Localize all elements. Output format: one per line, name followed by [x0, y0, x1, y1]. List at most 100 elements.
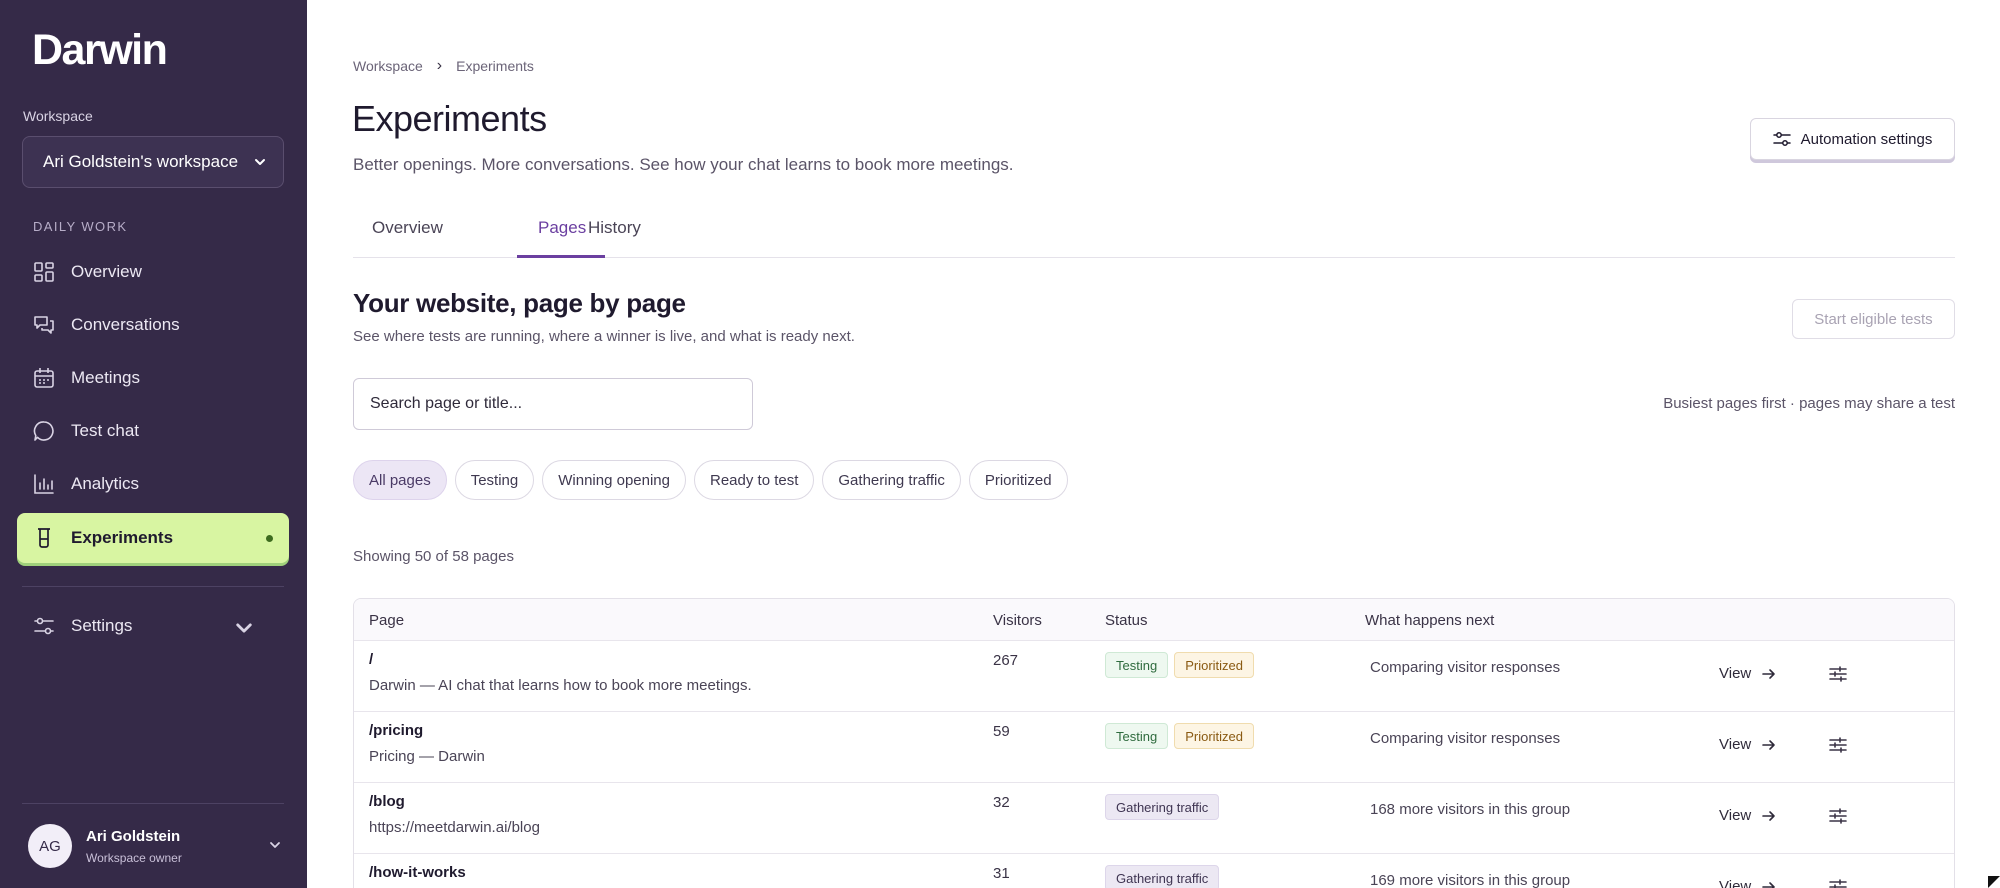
chevron-down-icon: [236, 623, 252, 633]
table-row: / Darwin — AI chat that learns how to bo…: [354, 641, 1954, 712]
sidebar-item-label: Overview: [71, 262, 142, 281]
chevron-down-icon: [255, 159, 265, 165]
breadcrumb: Workspace › Experiments: [353, 57, 534, 75]
tab-history[interactable]: History: [588, 218, 641, 238]
tab-bar: Overview Pages History: [353, 206, 1955, 258]
status-badges: Gathering traffic: [1105, 865, 1220, 888]
tune-icon[interactable]: [1829, 736, 1847, 754]
page-title: Experiments: [352, 98, 547, 139]
user-role: Workspace owner: [86, 850, 182, 865]
start-eligible-tests-button[interactable]: Start eligible tests: [1792, 299, 1955, 339]
mouse-cursor-icon: [1988, 876, 2000, 888]
status-badge: Gathering traffic: [1105, 865, 1220, 888]
status-badges: Gathering traffic: [1105, 794, 1220, 820]
column-header-next: What happens next: [1365, 612, 1495, 629]
status-badges: Testing Prioritized: [1105, 652, 1254, 678]
sidebar-item-label: Meetings: [71, 368, 140, 387]
sidebar-item-label: Experiments: [71, 528, 174, 547]
table-row: /pricing Pricing — Darwin 59 Testing Pri…: [354, 712, 1954, 783]
table-row: /how-it-works 31 Gathering traffic 169 m…: [354, 854, 1954, 888]
filter-gathering-traffic[interactable]: Gathering traffic: [822, 460, 961, 500]
sidebar-item-label: Settings: [71, 616, 133, 635]
table-row: /blog https://meetdarwin.ai/blog 32 Gath…: [354, 783, 1954, 854]
sidebar-divider: [22, 586, 284, 587]
beaker-icon: [38, 528, 50, 548]
filter-all-pages[interactable]: All pages: [353, 460, 447, 500]
sidebar-item-conversations[interactable]: Conversations: [17, 300, 289, 350]
view-link[interactable]: View: [1719, 807, 1777, 824]
chevron-down-icon: [270, 842, 280, 848]
tab-pages[interactable]: Pages: [538, 218, 586, 238]
breadcrumb-workspace[interactable]: Workspace: [353, 58, 423, 74]
tune-icon[interactable]: [1829, 665, 1847, 683]
sidebar-item-meetings[interactable]: Meetings: [17, 353, 289, 403]
breadcrumb-experiments: Experiments: [456, 58, 534, 74]
sliders-icon: [34, 617, 54, 635]
view-link[interactable]: View: [1719, 878, 1777, 888]
page-subtitle: Better openings. More conversations. See…: [353, 155, 1014, 174]
filter-ready-to-test[interactable]: Ready to test: [694, 460, 815, 500]
tab-overview[interactable]: Overview: [372, 218, 443, 238]
status-badge: Testing: [1105, 652, 1169, 678]
daily-work-label: DAILY WORK: [33, 219, 128, 234]
arrow-right-icon: [1762, 881, 1776, 888]
workspace-select[interactable]: Ari Goldstein's workspace: [22, 136, 284, 188]
user-name: Ari Goldstein: [86, 827, 181, 845]
status-badge: Gathering traffic: [1105, 794, 1220, 820]
page-title-text: Pricing — Darwin: [369, 748, 485, 765]
section-title: Your website, page by page: [353, 288, 686, 318]
filter-chips: All pages Testing Winning opening Ready …: [353, 460, 1068, 500]
chat-bubbles-icon: [34, 316, 54, 334]
page-path: /how-it-works: [369, 864, 466, 881]
view-label: View: [1719, 736, 1752, 753]
page-path: /: [369, 651, 374, 668]
next-step: Comparing visitor responses: [1370, 730, 1561, 747]
arrow-right-icon: [1762, 668, 1776, 679]
table-header: Page Visitors Status What happens next: [354, 599, 1954, 641]
main-content: Workspace › Experiments Experiments Bett…: [307, 0, 2000, 888]
automation-settings-button[interactable]: Automation settings: [1750, 118, 1955, 160]
sidebar-item-label: Analytics: [71, 474, 140, 493]
tune-icon[interactable]: [1829, 878, 1847, 888]
page-path: /blog: [369, 793, 405, 810]
status-badge: Prioritized: [1174, 723, 1254, 749]
sidebar-divider: [22, 803, 284, 804]
sidebar-item-analytics[interactable]: Analytics: [17, 459, 289, 509]
view-label: View: [1719, 807, 1752, 824]
arrow-right-icon: [1762, 739, 1776, 750]
column-header-status: Status: [1105, 612, 1148, 629]
sidebar-item-label: Conversations: [71, 315, 180, 334]
search-input[interactable]: [353, 378, 753, 430]
visitor-count: 31: [993, 865, 1010, 882]
logo: Darwin: [32, 26, 168, 74]
results-count: Showing 50 of 58 pages: [353, 548, 514, 565]
sidebar: Darwin Workspace Ari Goldstein's workspa…: [0, 0, 307, 888]
page-path: /pricing: [369, 722, 424, 739]
filter-prioritized[interactable]: Prioritized: [968, 460, 1068, 500]
bar-chart-icon: [34, 474, 54, 494]
column-header-page: Page: [369, 612, 405, 629]
sidebar-item-test-chat[interactable]: Test chat: [17, 406, 289, 456]
sidebar-item-experiments[interactable]: Experiments: [17, 513, 289, 563]
sidebar-item-overview[interactable]: Overview: [17, 247, 289, 297]
visitor-count: 267: [993, 652, 1019, 669]
view-link[interactable]: View: [1719, 665, 1777, 682]
pages-table: Page Visitors Status What happens next /…: [353, 598, 1955, 888]
next-step: Comparing visitor responses: [1370, 659, 1561, 676]
page-title-text: Darwin — AI chat that learns how to book…: [369, 677, 752, 694]
filter-testing[interactable]: Testing: [454, 460, 535, 500]
grid-icon: [34, 262, 54, 282]
sidebar-item-settings[interactable]: Settings: [17, 601, 289, 651]
workspace-select-value: Ari Goldstein's workspace: [43, 152, 239, 171]
page-title-text: https://meetdarwin.ai/blog: [369, 819, 540, 836]
view-label: View: [1719, 878, 1752, 888]
filter-winning-opening[interactable]: Winning opening: [542, 460, 686, 500]
chevron-right-icon: ›: [436, 57, 443, 74]
visitor-count: 59: [993, 723, 1010, 740]
user-menu[interactable]: AG Ari Goldstein Workspace owner: [28, 824, 284, 868]
column-header-visitors: Visitors: [993, 612, 1042, 629]
calendar-icon: [34, 368, 54, 388]
view-link[interactable]: View: [1719, 736, 1777, 753]
tune-icon[interactable]: [1829, 807, 1847, 825]
next-step: 168 more visitors in this group: [1370, 801, 1571, 818]
